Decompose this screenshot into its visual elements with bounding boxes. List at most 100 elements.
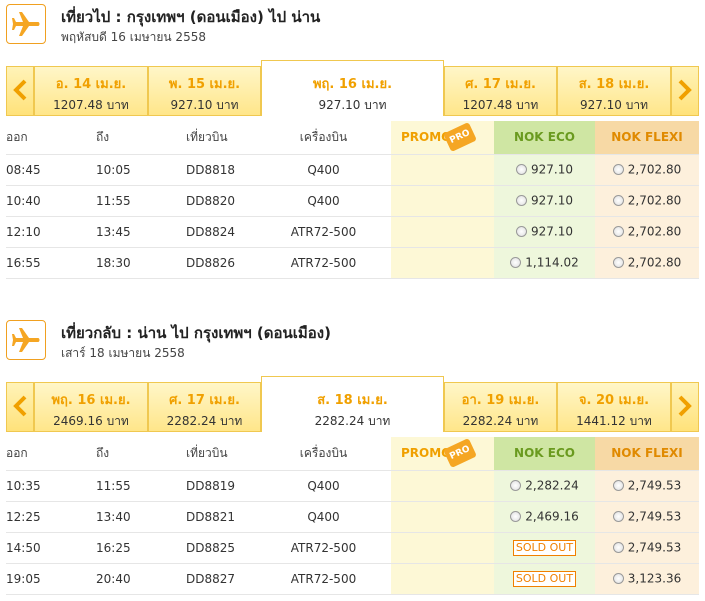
flexi-fare-radio[interactable]: [612, 480, 624, 492]
flexi-fare-price: 2,749.53: [627, 540, 682, 555]
flexi-fare-radio[interactable]: [612, 573, 624, 585]
date-option[interactable]: ศ. 17 เม.ย. 2282.24 บาท: [148, 382, 261, 432]
date-option-price: 927.10 บาท: [579, 98, 649, 112]
pro-tag-icon: PRO: [443, 438, 477, 468]
arrive-time: 16:25: [96, 532, 186, 564]
header-nok-flexi: NOK FLEXI: [595, 437, 699, 471]
sold-out-badge: SOLD OUT: [512, 539, 577, 556]
chevron-left-icon: [13, 395, 27, 420]
flight-number: DD8818: [186, 154, 276, 186]
flexi-fare-price: 3,123.36: [627, 571, 682, 586]
date-option-price: 2282.24 บาท: [166, 414, 243, 428]
eco-fare-radio[interactable]: [510, 480, 522, 492]
aircraft-type: Q400: [276, 501, 391, 533]
flexi-fare-radio[interactable]: [612, 511, 624, 523]
eco-fare-price: 1,114.02: [525, 255, 579, 270]
route-date: เสาร์ 18 เมษายน 2558: [61, 346, 185, 360]
depart-time: 16:55: [6, 247, 96, 279]
depart-time: 12:25: [6, 501, 96, 533]
flexi-fare-price: 2,702.80: [627, 255, 682, 270]
arrive-time: 11:55: [96, 185, 186, 217]
aircraft-type: ATR72-500: [276, 216, 391, 248]
eco-fare-radio[interactable]: [516, 195, 527, 207]
route-date: พฤหัสบดี 16 เมษายน 2558: [61, 30, 206, 44]
arrive-time: 11:55: [96, 470, 186, 502]
date-option[interactable]: พฤ. 16 เม.ย. 2469.16 บาท: [34, 382, 148, 432]
plane-icon: [6, 320, 46, 360]
header-promo: PROMOTI PRO: [391, 437, 494, 471]
chevron-right-icon: [678, 79, 692, 104]
flight-table: ออก ถึง เที่ยวบิน เครื่องบิน PROMOTI PRO NOK E…: [6, 121, 699, 279]
date-option-price: 1441.12 บาท: [576, 414, 652, 428]
header-aircraft: เครื่องบิน: [276, 121, 391, 155]
eco-fare-radio[interactable]: [510, 511, 522, 523]
flight-number: DD8825: [186, 532, 276, 564]
flexi-fare-radio[interactable]: [612, 195, 624, 207]
eco-fare-cell: 1,114.02: [494, 247, 595, 279]
header-arrive: ถึง: [96, 437, 186, 471]
date-option-price: 1207.48 บาท: [53, 98, 129, 112]
promo-fare-cell: [391, 501, 494, 533]
plane-icon: [6, 4, 46, 44]
next-date-button[interactable]: [671, 66, 699, 116]
aircraft-type: ATR72-500: [276, 247, 391, 279]
date-option-label: อ. 14 เม.ย.: [55, 77, 127, 92]
header-aircraft: เครื่องบิน: [276, 437, 391, 471]
flight-number: DD8820: [186, 185, 276, 217]
flexi-fare-cell: 2,749.53: [595, 501, 699, 533]
sold-out-badge: SOLD OUT: [512, 570, 577, 587]
date-option[interactable]: ส. 18 เม.ย. 927.10 บาท: [557, 66, 671, 116]
route-title: เที่ยวไป : กรุงเทพฯ (ดอนเมือง) ไป น่าน: [61, 8, 321, 26]
eco-fare-price: 2,469.16: [525, 509, 579, 524]
flexi-fare-radio[interactable]: [612, 226, 624, 238]
next-date-button[interactable]: [671, 382, 699, 432]
flexi-fare-cell: 2,749.53: [595, 470, 699, 502]
date-option[interactable]: ศ. 17 เม.ย. 1207.48 บาท: [444, 66, 557, 116]
eco-fare-radio[interactable]: [510, 257, 522, 269]
aircraft-type: ATR72-500: [276, 532, 391, 564]
eco-fare-radio[interactable]: [516, 164, 527, 176]
depart-time: 12:10: [6, 216, 96, 248]
depart-time: 10:40: [6, 185, 96, 217]
eco-fare-price: 927.10: [531, 193, 573, 208]
arrive-time: 10:05: [96, 154, 186, 186]
depart-time: 08:45: [6, 154, 96, 186]
eco-fare-radio[interactable]: [516, 226, 527, 238]
date-option-label: ส. 18 เม.ย.: [317, 393, 388, 408]
table-row: 14:50 16:25 DD8825 ATR72-500 SOLD OUT 2,749.5…: [6, 532, 699, 564]
date-option-price: 927.10 บาท: [318, 98, 387, 112]
eco-fare-cell: 2,469.16: [494, 501, 595, 533]
flexi-fare-radio[interactable]: [612, 164, 624, 176]
flexi-fare-price: 2,749.53: [627, 509, 682, 524]
prev-date-button[interactable]: [6, 382, 34, 432]
flexi-fare-cell: 2,749.53: [595, 532, 699, 564]
date-option-price: 927.10 บาท: [170, 98, 239, 112]
aircraft-type: Q400: [276, 470, 391, 502]
table-row: 16:55 18:30 DD8826 ATR72-500 1,114.02 2,702.8…: [6, 247, 699, 279]
eco-fare-cell: 927.10: [494, 216, 595, 248]
flexi-fare-cell: 2,702.80: [595, 216, 699, 248]
table-row: 10:35 11:55 DD8819 Q400 2,282.24 2,749.53: [6, 470, 699, 502]
date-option-label: ศ. 17 เม.ย.: [169, 393, 240, 408]
date-option[interactable]: จ. 20 เม.ย. 1441.12 บาท: [557, 382, 671, 432]
date-selector: อ. 14 เม.ย. 1207.48 บาท พ. 15 เม.ย. 927.10 …: [6, 60, 699, 116]
table-header-row: ออก ถึง เที่ยวบิน เครื่องบิน PROMOTI PRO NOK E…: [6, 121, 699, 155]
date-option[interactable]: พฤ. 16 เม.ย. 927.10 บาท: [261, 60, 444, 116]
date-option[interactable]: พ. 15 เม.ย. 927.10 บาท: [148, 66, 261, 116]
date-option-price: 2282.24 บาท: [462, 414, 539, 428]
date-option[interactable]: อา. 19 เม.ย. 2282.24 บาท: [444, 382, 557, 432]
header-flight: เที่ยวบิน: [186, 437, 276, 471]
flexi-fare-radio[interactable]: [612, 542, 624, 554]
eco-fare-cell: 927.10: [494, 185, 595, 217]
date-option[interactable]: อ. 14 เม.ย. 1207.48 บาท: [34, 66, 148, 116]
date-option[interactable]: ส. 18 เม.ย. 2282.24 บาท: [261, 376, 444, 432]
table-header-row: ออก ถึง เที่ยวบิน เครื่องบิน PROMOTI PRO NOK E…: [6, 437, 699, 471]
prev-date-button[interactable]: [6, 66, 34, 116]
flexi-fare-price: 2,749.53: [627, 478, 682, 493]
promo-fare-cell: [391, 216, 494, 248]
eco-fare-price: 2,282.24: [525, 478, 579, 493]
aircraft-type: ATR72-500: [276, 563, 391, 595]
date-option-label: พ. 15 เม.ย.: [168, 77, 241, 92]
flexi-fare-radio[interactable]: [612, 257, 624, 269]
table-row: 19:05 20:40 DD8827 ATR72-500 SOLD OUT 3,123.3…: [6, 563, 699, 595]
